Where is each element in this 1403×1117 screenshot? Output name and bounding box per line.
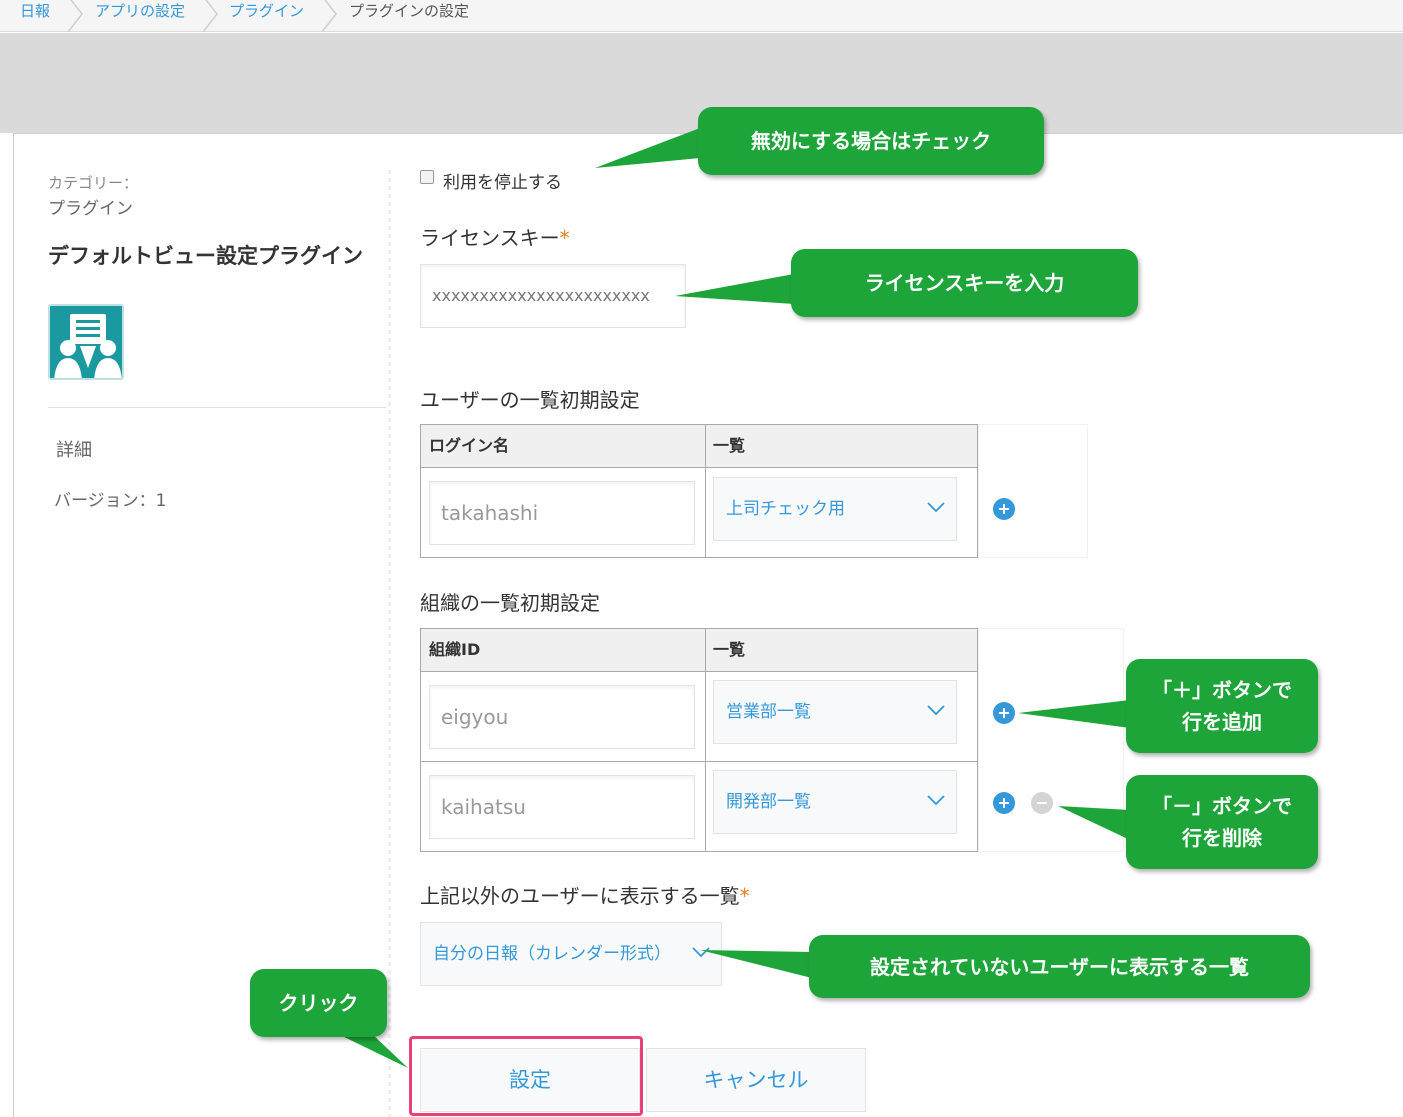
- user-list-select-value: 上司チェック用: [726, 499, 845, 519]
- org-id-input[interactable]: eigyou: [429, 685, 695, 749]
- license-key-input[interactable]: xxxxxxxxxxxxxxxxxxxxxxx: [420, 264, 686, 328]
- user-header-login: ログイン名: [421, 425, 705, 468]
- callout-disable: 無効にする場合はチェック: [698, 107, 1044, 175]
- org-section-title: 組織の一覧初期設定: [420, 591, 600, 615]
- plugin-name: デフォルトビュー設定プラグイン: [48, 244, 363, 268]
- table-row-divider: [421, 761, 977, 762]
- breadcrumb: 日報 アプリの設定 プラグイン プラグインの設定: [0, 0, 1403, 33]
- plus-icon: [999, 504, 1009, 514]
- save-button-highlight: [409, 1036, 643, 1116]
- add-user-row-button[interactable]: [993, 498, 1015, 520]
- add-org-row-button[interactable]: [993, 702, 1015, 724]
- callout-click: クリック: [250, 969, 387, 1037]
- org-table: 組織ID 一覧 eigyou 営業部一覧 kaihatsu 開発部一覧: [420, 628, 978, 852]
- detail-link[interactable]: 詳細: [56, 436, 92, 462]
- org-header-id: 組織ID: [421, 629, 705, 672]
- callout-other-users: 設定されていないユーザーに表示する一覧: [809, 935, 1310, 998]
- user-header-list: 一覧: [705, 425, 977, 468]
- chevron-down-icon: [927, 502, 945, 513]
- callout-license: ライセンスキーを入力: [791, 249, 1138, 317]
- chevron-down-icon: [692, 947, 710, 958]
- breadcrumb-app[interactable]: 日報: [20, 0, 50, 22]
- row-action-column: [978, 628, 1124, 852]
- chevron-right-icon: [201, 0, 219, 33]
- column-divider: [388, 170, 391, 1117]
- chevron-right-icon: [320, 0, 338, 33]
- breadcrumb-plugin-settings: プラグインの設定: [349, 2, 470, 20]
- plus-icon: [999, 708, 1009, 718]
- chevron-right-icon: [66, 0, 84, 33]
- user-table: ログイン名 一覧 takahashi 上司チェック用: [420, 424, 978, 558]
- other-users-label: 上記以外のユーザーに表示する一覧*: [420, 880, 750, 909]
- add-org-row-button[interactable]: [993, 792, 1015, 814]
- breadcrumb-plugins[interactable]: プラグイン: [229, 0, 304, 22]
- other-users-select-value: 自分の日報（カレンダー形式）: [433, 944, 671, 964]
- row-action-column: [978, 424, 1088, 558]
- callout-remove-row: 「－」ボタンで 行を削除: [1126, 775, 1318, 869]
- user-list-select[interactable]: 上司チェック用: [713, 477, 957, 541]
- disable-checkbox-label[interactable]: 利用を停止する: [443, 168, 562, 193]
- user-login-input[interactable]: takahashi: [429, 481, 695, 545]
- chevron-down-icon: [927, 795, 945, 806]
- cancel-button[interactable]: キャンセル: [646, 1048, 866, 1112]
- plugin-icon: [48, 304, 124, 380]
- disable-checkbox[interactable]: [420, 170, 434, 184]
- org-list-select[interactable]: 営業部一覧: [713, 680, 957, 744]
- org-list-select[interactable]: 開発部一覧: [713, 770, 957, 834]
- other-users-label-text: 上記以外のユーザーに表示する一覧: [420, 884, 740, 908]
- table-divider: [705, 629, 706, 851]
- org-list-select-value: 営業部一覧: [726, 702, 811, 722]
- org-id-input[interactable]: kaihatsu: [429, 775, 695, 839]
- breadcrumb-app-settings[interactable]: アプリの設定: [95, 0, 185, 22]
- callout-add-row: 「＋」ボタンで 行を追加: [1126, 659, 1318, 753]
- chevron-down-icon: [927, 705, 945, 716]
- category-label: カテゴリー：: [48, 174, 139, 192]
- version-text: バージョン：1: [54, 491, 167, 511]
- category-value: プラグイン: [48, 199, 133, 219]
- required-mark: *: [739, 884, 750, 908]
- required-mark: *: [559, 226, 570, 250]
- license-key-label-text: ライセンスキー: [420, 226, 560, 250]
- remove-org-row-button[interactable]: [1031, 792, 1053, 814]
- org-list-select-value: 開発部一覧: [726, 792, 811, 812]
- minus-icon: [1037, 802, 1047, 804]
- table-divider: [705, 425, 706, 557]
- user-section-title: ユーザーの一覧初期設定: [420, 388, 640, 412]
- org-header-list: 一覧: [705, 629, 977, 672]
- sidebar-divider: [48, 407, 386, 408]
- plus-icon: [999, 798, 1009, 808]
- other-users-select[interactable]: 自分の日報（カレンダー形式）: [420, 922, 722, 986]
- license-key-label: ライセンスキー*: [420, 222, 570, 251]
